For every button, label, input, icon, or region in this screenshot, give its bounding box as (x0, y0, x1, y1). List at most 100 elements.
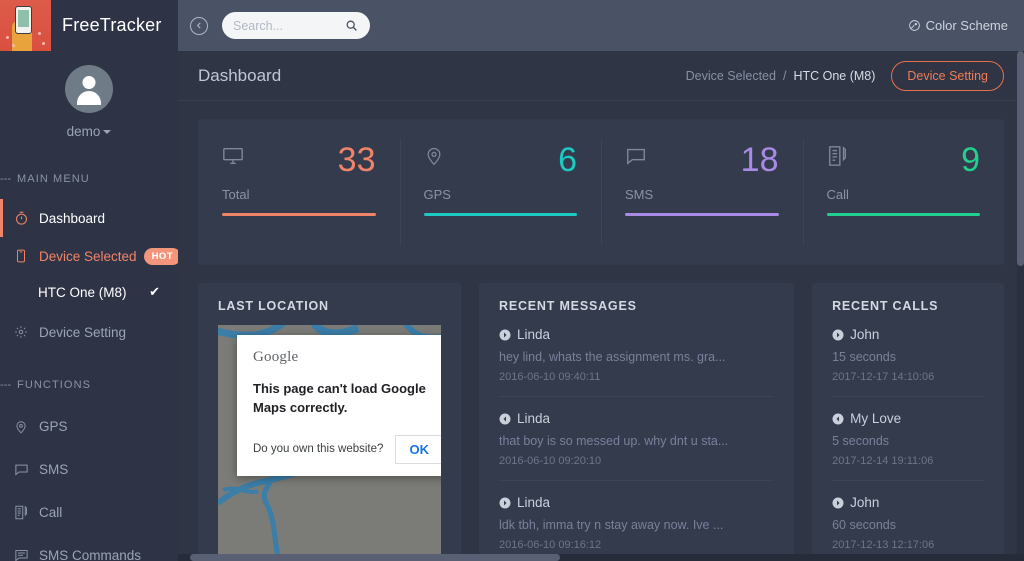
stat-value: 33 (337, 141, 376, 179)
contact-name: John (850, 495, 880, 510)
sidebar-item-label: Device Selected (39, 248, 137, 264)
list-item[interactable]: Linda ldk tbh, imma try n stay away now.… (499, 481, 774, 561)
sidebar-subitem-htc-one-m8[interactable]: HTC One (M8) ✔ (0, 275, 178, 309)
sidebar-item-label: SMS (39, 462, 69, 477)
status-badge-hot: HOT (143, 247, 178, 265)
message-time: 2016-06-10 09:40:11 (499, 371, 601, 383)
call-time: 2017-12-14 19:11:06 (832, 455, 934, 467)
panel-recent-messages: RECENT MESSAGES Linda hey lind, whats th… (479, 283, 795, 561)
brand[interactable]: FreeTracker (0, 0, 178, 51)
stat-progress-bar (423, 213, 577, 216)
sidebar-item-label: Dashboard (39, 210, 106, 226)
breadcrumb-separator: / (782, 68, 787, 83)
stat-value: 9 (961, 141, 980, 179)
horizontal-scrollbar[interactable] (178, 554, 1024, 561)
list-item[interactable]: John 15 seconds 2017-12-17 14:10:06 (832, 313, 984, 397)
map-canvas[interactable]: Google This page can't load Google Maps … (218, 325, 441, 561)
hand-holding-phone-logo (0, 0, 51, 51)
vertical-scrollbar[interactable] (1017, 51, 1024, 561)
panel-title: RECENT CALLS (832, 299, 939, 313)
contact-name: My Love (850, 411, 902, 426)
dialog-question: Do you own this website? (253, 443, 384, 456)
sidebar-item-label: SMS Commands (39, 548, 142, 561)
page-header: Dashboard Device Selected / HTC One (M8)… (178, 51, 1024, 101)
message-text: ldk tbh, imma try n stay away now. Ive .… (499, 518, 724, 532)
sidebar-item-device-setting[interactable]: Device Setting (0, 313, 178, 351)
user-avatar-icon[interactable] (65, 65, 113, 113)
list-item[interactable]: My Love 5 seconds 2017-12-14 19:11:06 (832, 397, 984, 481)
collapse-left-arrow-icon[interactable] (190, 16, 208, 35)
arrow-left-circle-icon (832, 413, 844, 425)
device-setting-button[interactable]: Device Setting (891, 60, 1004, 91)
arrow-right-circle-icon (499, 497, 511, 509)
sidebar-item-sms[interactable]: SMS (0, 448, 178, 491)
breadcrumb-parent[interactable]: Device Selected (686, 69, 776, 83)
color-wheel-icon (908, 19, 921, 32)
main-menu-heading-label: MAIN MENU (17, 173, 90, 185)
call-log-icon (827, 145, 849, 172)
stat-gps: 6 GPS (399, 119, 602, 265)
mobile-phone-icon (14, 249, 36, 263)
message-time: 2016-06-10 09:20:10 (499, 455, 602, 467)
message-time: 2016-06-10 09:16:12 (499, 539, 602, 551)
contact-name: Linda (517, 495, 551, 510)
sidebar-item-dashboard[interactable]: Dashboard (0, 199, 178, 237)
call-duration: 5 seconds (832, 434, 890, 448)
chat-bubble-icon (625, 145, 647, 172)
contact-name: Linda (517, 327, 551, 342)
stat-label: Call (826, 187, 849, 202)
sidebar-item-gps[interactable]: GPS (0, 405, 178, 448)
content: 33 Total 6 GPS 18 SMS 9 Call LAST LOCATI… (178, 101, 1024, 561)
vertical-scrollbar-thumb[interactable] (1017, 51, 1024, 266)
chat-bubble-icon (14, 462, 36, 477)
sms-commands-icon (14, 548, 36, 561)
color-scheme-label: Color Scheme (925, 18, 1008, 33)
heading-dashes: --- (0, 379, 11, 391)
sidebar-item-device-selected[interactable]: Device Selected HOT › (0, 237, 178, 275)
search-input[interactable] (233, 18, 345, 33)
functions-heading: --- FUNCTIONS (0, 379, 178, 391)
call-time: 2017-12-17 14:10:06 (832, 371, 935, 383)
panel-last-location: LAST LOCATION Google This page can't loa… (198, 283, 461, 561)
profile-menu[interactable]: demo (0, 124, 178, 139)
caret-down-icon (103, 130, 112, 135)
search-box[interactable] (222, 12, 370, 39)
stat-progress-bar (826, 213, 980, 216)
stat-value: 18 (740, 141, 779, 179)
breadcrumb-current: HTC One (M8) (793, 68, 876, 83)
monitor-icon (222, 145, 244, 172)
list-item[interactable]: Linda hey lind, whats the assignment ms.… (499, 313, 775, 397)
brand-name: FreeTracker (62, 15, 162, 35)
topbar: Color Scheme (178, 0, 1024, 51)
sidebar-item-sms-commands[interactable]: SMS Commands (0, 534, 178, 561)
profile-name-label: demo (66, 124, 101, 139)
arrow-right-circle-icon (832, 497, 844, 509)
horizontal-scrollbar-thumb[interactable] (190, 554, 560, 561)
list-item[interactable]: John 60 seconds 2017-12-13 12:17:06 (832, 481, 984, 561)
map-pin-icon (424, 145, 444, 172)
gear-icon (14, 325, 36, 339)
contact-name: Linda (517, 411, 551, 426)
stat-label: SMS (625, 187, 654, 202)
arrow-right-circle-icon (499, 329, 511, 341)
dialog-ok-button[interactable]: OK (394, 434, 441, 464)
contact-name: John (850, 327, 880, 342)
panel-title: LAST LOCATION (218, 299, 329, 313)
search-icon[interactable] (345, 19, 359, 32)
stat-progress-bar (222, 213, 376, 216)
color-scheme-button[interactable]: Color Scheme (908, 18, 1008, 33)
call-duration: 60 seconds (832, 518, 897, 532)
stat-value: 6 (558, 141, 577, 179)
sidebar-item-call[interactable]: Call (0, 491, 178, 534)
heading-dashes: --- (0, 173, 11, 185)
call-log-icon (14, 505, 36, 520)
check-icon: ✔ (149, 284, 160, 299)
list-item[interactable]: Linda that boy is so messed up. why dnt … (499, 397, 775, 481)
google-maps-error-dialog: Google This page can't load Google Maps … (237, 335, 441, 476)
sidebar: FreeTracker demo --- MAIN MENU Dashboard (0, 0, 178, 561)
stats-card: 33 Total 6 GPS 18 SMS 9 Call (198, 119, 1004, 265)
main-menu-heading: --- MAIN MENU (0, 173, 178, 185)
message-text: hey lind, whats the assignment ms. gra..… (499, 350, 726, 364)
arrow-right-circle-icon (832, 329, 844, 341)
stopwatch-icon (14, 211, 36, 226)
